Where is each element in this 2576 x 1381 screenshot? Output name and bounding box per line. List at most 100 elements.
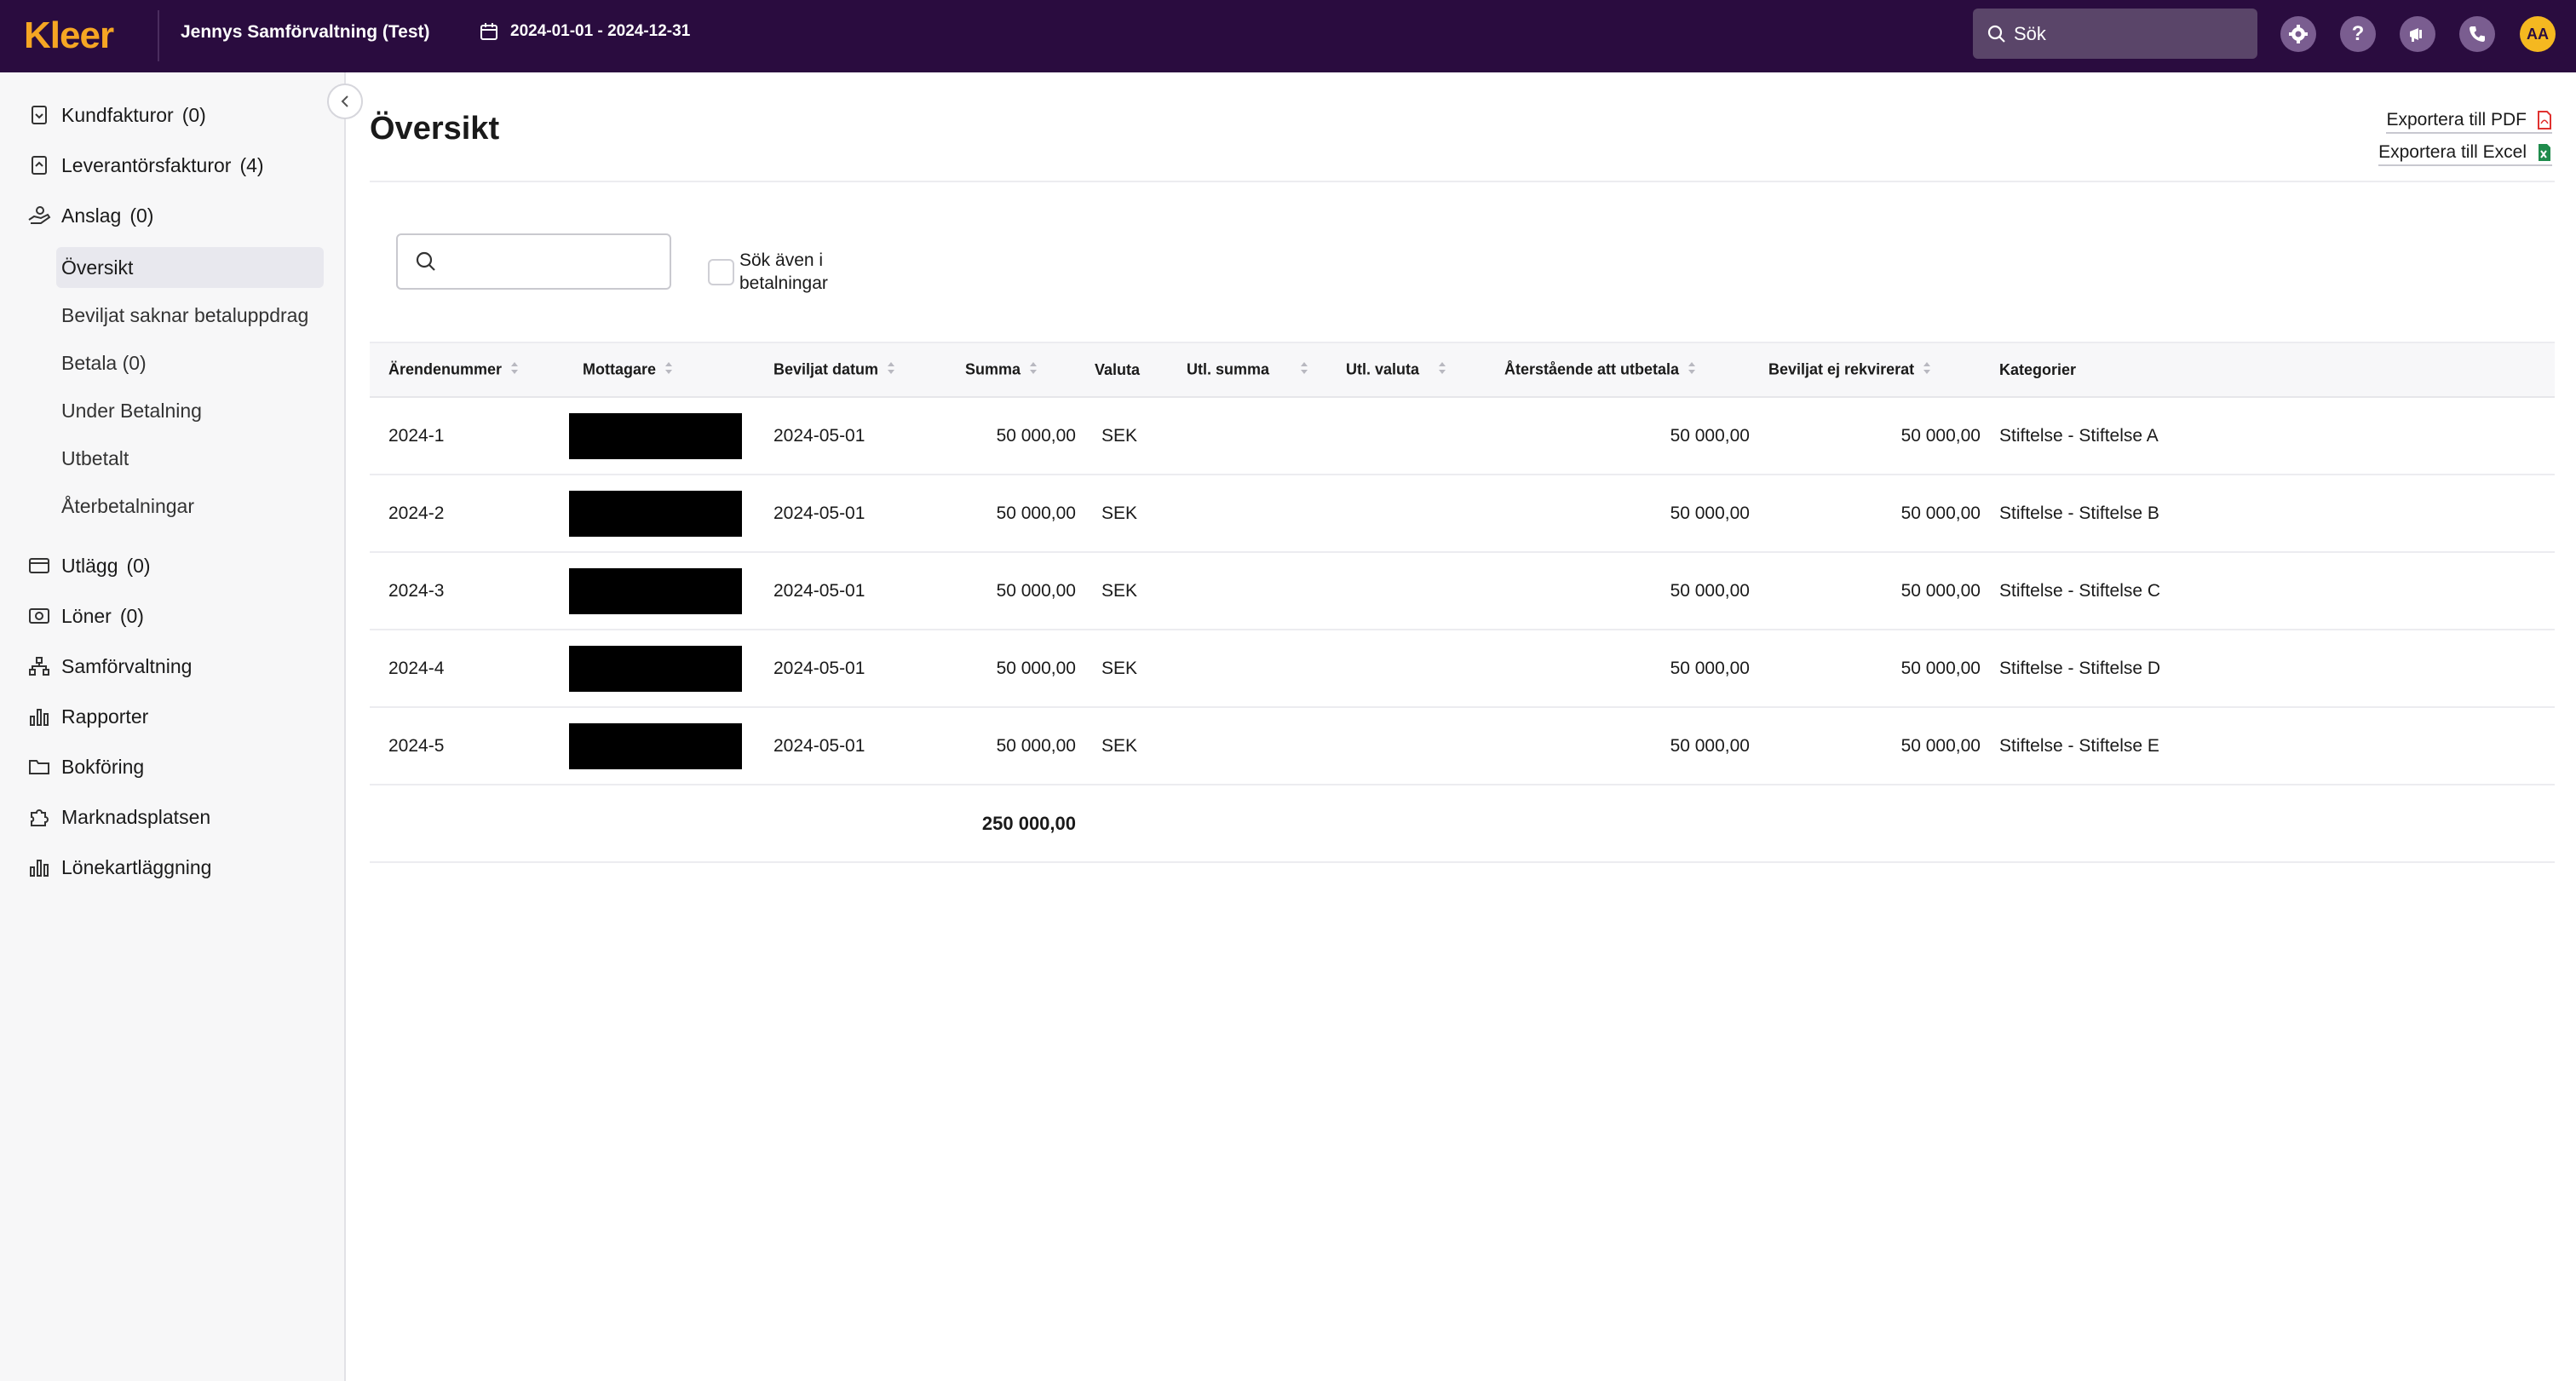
sidebar-item-marknadsplatsen[interactable]: Marknadsplatsen [26,800,210,834]
excel-file-icon [2539,144,2550,161]
column-header-kategorier[interactable]: Kategorier [1981,342,2555,397]
cell-not-requested: 50 000,00 [1900,735,1981,756]
column-header-mottagare[interactable]: Mottagare [564,342,755,397]
table-row[interactable]: 2024-4 2024-05-01 50 000,00 SEK 50 000,0… [370,630,2555,707]
logo-text: Kleer [24,14,114,56]
megaphone-icon[interactable] [2400,16,2435,52]
total-spacer [1327,785,1486,862]
sidebar-subitem-aterbetalningar[interactable]: Återbetalningar [56,486,324,527]
cell-currency: SEK [1101,580,1138,601]
grants-table: Ärendenummer Mottagare Beviljat datum Su… [370,342,2555,863]
topbar-divider [158,10,159,61]
sidebar-item-anslag[interactable]: Anslag (0) [26,199,153,233]
date-range-label: 2024-01-01 - 2024-12-31 [510,22,691,40]
bar-chart-icon [26,703,53,730]
cell-remaining: 50 000,00 [1670,735,1750,756]
column-header-valuta[interactable]: Valuta [1076,342,1168,397]
total-row: 250 000,00 [370,785,2555,862]
sidebar-item-label: Utlägg [61,554,118,577]
user-avatar[interactable]: AA [2520,16,2556,52]
collapse-sidebar-button[interactable] [327,83,363,119]
global-search-input[interactable]: Sök [1973,9,2257,59]
folder-icon [26,753,53,780]
cell-recipient [564,475,755,552]
sidebar-item-kundfakturor[interactable]: Kundfakturor (0) [26,98,206,132]
phone-icon[interactable] [2459,16,2495,52]
cell-case-number: 2024-2 [388,503,445,523]
sidebar-item-count: (0) [119,604,144,627]
sidebar-subitem-utbetalt[interactable]: Utbetalt [56,438,324,479]
cell-recipient [564,552,755,630]
search-icon [1987,25,2005,43]
table-row[interactable]: 2024-1 2024-05-01 50 000,00 SEK 50 000,0… [370,397,2555,475]
cell-recipient [564,397,755,475]
sidebar-item-rapporter[interactable]: Rapporter [26,699,148,734]
column-header-utl-valuta[interactable]: Utl. valuta [1327,342,1486,397]
redacted-recipient [569,490,742,537]
redacted-recipient [569,645,742,692]
bar-chart-icon [26,854,53,881]
sort-icon [1688,360,1696,380]
total-spacer [1486,785,1750,862]
sidebar-item-lonekartlaggning[interactable]: Lönekartläggning [26,850,211,884]
column-header-utl-summa[interactable]: Utl. summa [1168,342,1327,397]
sidebar-item-leverantorsfakturor[interactable]: Leverantörsfakturor (4) [26,148,264,182]
organization-name[interactable]: Jennys Samförvaltning (Test) [181,22,430,43]
cell-utl-currency [1327,707,1486,785]
page-title: Översikt [370,111,500,147]
redacted-recipient [569,412,742,459]
search-payments-toggle[interactable]: Sök även i betalningar [708,249,850,295]
cell-category: Stiftelse - Stiftelse A [1999,425,2159,446]
column-header-aterstaende[interactable]: Återstående att utbetala [1486,342,1750,397]
cell-sum: 50 000,00 [996,658,1076,678]
cell-category: Stiftelse - Stiftelse D [1999,658,2161,678]
sidebar-item-label: Marknadsplatsen [61,805,211,828]
total-spacer [370,785,564,862]
table-row[interactable]: 2024-5 2024-05-01 50 000,00 SEK 50 000,0… [370,707,2555,785]
invoice-icon [26,101,53,129]
supplier-invoice-icon [26,152,53,179]
total-spacer [1076,785,1168,862]
cell-utl-currency [1327,552,1486,630]
total-spacer [755,785,946,862]
cell-utl-sum [1168,630,1327,707]
money-icon [26,602,53,630]
cell-granted-date: 2024-05-01 [773,735,865,756]
sidebar-subitem-oversikt[interactable]: Översikt [56,247,324,288]
sidebar-subitem-beviljat-saknar-betaluppdrag[interactable]: Beviljat saknar betaluppdrag [56,295,324,336]
export-pdf-link[interactable]: Exportera till PDF [2386,110,2552,134]
sidebar-subitem-betala[interactable]: Betala (0) [56,342,324,383]
sort-icon [510,360,519,380]
cell-utl-currency [1327,630,1486,707]
table-search-input[interactable] [396,233,671,290]
redacted-recipient [569,722,742,769]
kleer-logo[interactable]: Kleer [24,12,114,60]
settings-gear-icon[interactable] [2280,16,2316,52]
sort-icon [664,360,673,380]
cell-sum: 50 000,00 [996,425,1076,446]
puzzle-icon [26,803,53,831]
sidebar-item-samforvaltning[interactable]: Samförvaltning [26,649,192,683]
cell-currency: SEK [1101,503,1138,523]
cell-not-requested: 50 000,00 [1900,658,1981,678]
sidebar-item-label: Samförvaltning [61,654,193,677]
date-range-selector[interactable]: 2024-01-01 - 2024-12-31 [480,22,690,41]
column-header-summa[interactable]: Summa [946,342,1076,397]
table-row[interactable]: 2024-3 2024-05-01 50 000,00 SEK 50 000,0… [370,552,2555,630]
cell-category: Stiftelse - Stiftelse B [1999,503,2159,523]
column-header-arendenummer[interactable]: Ärendenummer [370,342,564,397]
cell-case-number: 2024-5 [388,735,445,756]
column-header-beviljat-datum[interactable]: Beviljat datum [755,342,946,397]
sidebar-item-loner[interactable]: Löner (0) [26,599,144,633]
sidebar-item-bokforing[interactable]: Bokföring [26,750,144,784]
export-excel-link[interactable]: Exportera till Excel [2378,142,2552,166]
help-question-icon[interactable]: ? [2340,16,2376,52]
org-tree-icon [26,653,53,680]
column-header-beviljat-ej-rekvirerat[interactable]: Beviljat ej rekvirerat [1750,342,1981,397]
sidebar-item-utlagg[interactable]: Utlägg (0) [26,549,151,583]
search-payments-checkbox[interactable] [708,259,734,285]
sort-icon [1300,360,1308,380]
sidebar-subitem-under-betalning[interactable]: Under Betalning [56,390,324,431]
table-row[interactable]: 2024-2 2024-05-01 50 000,00 SEK 50 000,0… [370,475,2555,552]
cell-remaining: 50 000,00 [1670,580,1750,601]
